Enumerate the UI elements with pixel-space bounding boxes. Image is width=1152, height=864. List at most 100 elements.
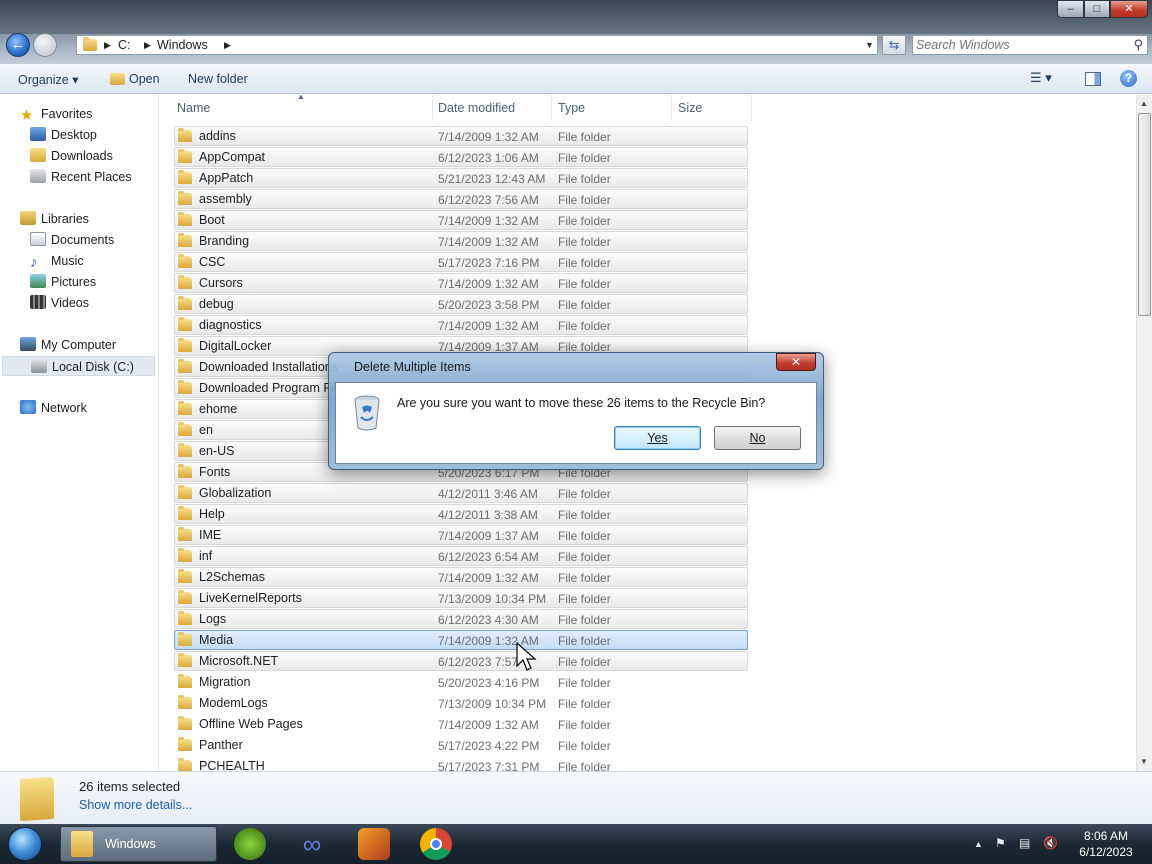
- show-hidden-icons-icon[interactable]: ▲: [974, 839, 983, 849]
- table-row[interactable]: Branding 7/14/2009 1:32 AM File folder: [174, 231, 748, 251]
- maximize-button[interactable]: □: [1084, 0, 1110, 18]
- view-options-icon[interactable]: ☰ ▾: [1030, 70, 1052, 86]
- breadcrumb-c[interactable]: C:: [118, 38, 131, 52]
- chrome-icon[interactable]: [420, 828, 452, 860]
- nav-recent-places[interactable]: Recent Places: [30, 167, 132, 187]
- refresh-button[interactable]: ⇆: [882, 35, 906, 55]
- table-row[interactable]: Media 7/14/2009 1:32 AM File folder: [174, 630, 748, 650]
- nav-network[interactable]: Network: [20, 398, 87, 418]
- volume-muted-icon[interactable]: 🔇: [1043, 836, 1058, 850]
- row-date: 5/20/2023 3:58 PM: [438, 298, 540, 312]
- column-header-name[interactable]: Name: [177, 101, 210, 115]
- search-box[interactable]: ⚲: [912, 35, 1148, 55]
- address-bar[interactable]: ▶ C: ▶ Windows ▶ ▼: [76, 35, 878, 55]
- minimize-button[interactable]: –: [1057, 0, 1084, 18]
- row-type: File folder: [558, 760, 611, 771]
- search-input[interactable]: [916, 38, 1126, 52]
- column-header-date[interactable]: Date modified: [438, 101, 515, 115]
- close-button[interactable]: ✕: [1110, 0, 1148, 18]
- column-header-size[interactable]: Size: [678, 101, 702, 115]
- show-more-details-link[interactable]: Show more details...: [79, 798, 192, 812]
- clock[interactable]: 8:06 AM 6/12/2023: [1066, 828, 1146, 860]
- organize-button[interactable]: Organize ▾: [18, 72, 78, 87]
- table-row[interactable]: addins 7/14/2009 1:32 AM File folder: [174, 126, 748, 146]
- nav-favorites[interactable]: ★ Favorites: [20, 104, 92, 124]
- table-row[interactable]: Help 4/12/2011 3:38 AM File folder: [174, 504, 748, 524]
- table-row[interactable]: Microsoft.NET 6/12/2023 7:57 File folder: [174, 651, 748, 671]
- table-row[interactable]: Panther 5/17/2023 4:22 PM File folder: [174, 735, 748, 755]
- start-button[interactable]: [2, 824, 48, 864]
- table-row[interactable]: PCHEALTH 5/17/2023 7:31 PM File folder: [174, 756, 748, 771]
- network-tray-icon[interactable]: ▤: [1019, 836, 1030, 850]
- action-center-flag-icon[interactable]: ⚑: [995, 836, 1006, 850]
- scroll-down-icon[interactable]: ▼: [1140, 757, 1148, 766]
- table-row[interactable]: diagnostics 7/14/2009 1:32 AM File folder: [174, 315, 748, 335]
- nav-documents[interactable]: Documents: [30, 230, 114, 250]
- column-divider[interactable]: [671, 95, 672, 121]
- nav-videos[interactable]: Videos: [30, 293, 89, 313]
- greenshot-icon[interactable]: [234, 828, 266, 860]
- table-row[interactable]: inf 6/12/2023 6:54 AM File folder: [174, 546, 748, 566]
- row-name: Microsoft.NET: [199, 654, 279, 668]
- table-row[interactable]: ModemLogs 7/13/2009 10:34 PM File folder: [174, 693, 748, 713]
- table-row[interactable]: Cursors 7/14/2009 1:32 AM File folder: [174, 273, 748, 293]
- column-divider[interactable]: [751, 95, 752, 121]
- yes-button[interactable]: Yes: [614, 426, 701, 450]
- table-row[interactable]: L2Schemas 7/14/2009 1:32 AM File folder: [174, 567, 748, 587]
- no-button[interactable]: No: [714, 426, 801, 450]
- table-row[interactable]: assembly 6/12/2023 7:56 AM File folder: [174, 189, 748, 209]
- row-type: File folder: [558, 718, 611, 732]
- dialog-close-button[interactable]: ✕: [776, 353, 816, 371]
- table-row[interactable]: Migration 5/20/2023 4:16 PM File folder: [174, 672, 748, 692]
- vertical-scrollbar[interactable]: ▲ ▼: [1136, 95, 1152, 771]
- table-row[interactable]: IME 7/14/2009 1:37 AM File folder: [174, 525, 748, 545]
- breadcrumb-windows[interactable]: Windows: [157, 38, 208, 52]
- table-row[interactable]: AppCompat 6/12/2023 1:06 AM File folder: [174, 147, 748, 167]
- row-name: Help: [199, 507, 225, 521]
- row-date: 6/12/2023 7:56 AM: [438, 193, 539, 207]
- new-folder-button[interactable]: New folder: [188, 72, 248, 86]
- nav-local-disk[interactable]: Local Disk (C:): [2, 356, 155, 376]
- row-date: 5/21/2023 12:43 AM: [438, 172, 546, 186]
- nav-desktop[interactable]: Desktop: [30, 125, 97, 145]
- nav-music[interactable]: ♪ Music: [30, 251, 84, 271]
- scroll-up-icon[interactable]: ▲: [1140, 99, 1148, 108]
- address-dropdown-icon[interactable]: ▼: [865, 40, 874, 50]
- scrollbar-thumb[interactable]: [1138, 113, 1151, 316]
- search-icon[interactable]: ⚲: [1133, 37, 1143, 53]
- table-row[interactable]: LiveKernelReports 7/13/2009 10:34 PM File …: [174, 588, 748, 608]
- table-row[interactable]: AppPatch 5/21/2023 12:43 AM File folder: [174, 168, 748, 188]
- table-row[interactable]: Offline Web Pages 7/14/2009 1:32 AM File f…: [174, 714, 748, 734]
- table-row[interactable]: Logs 6/12/2023 4:30 AM File folder: [174, 609, 748, 629]
- forward-button[interactable]: →: [33, 33, 57, 57]
- taskbar-explorer-button[interactable]: Windows: [60, 826, 217, 862]
- table-row[interactable]: debug 5/20/2023 3:58 PM File folder: [174, 294, 748, 314]
- back-button[interactable]: ←: [6, 33, 30, 57]
- column-divider[interactable]: [432, 95, 433, 121]
- table-row[interactable]: Boot 7/14/2009 1:32 AM File folder: [174, 210, 748, 230]
- row-date: 6/12/2023 6:54 AM: [438, 550, 539, 564]
- nav-pictures[interactable]: Pictures: [30, 272, 96, 292]
- folder-icon: [178, 653, 192, 667]
- infinity-app-icon[interactable]: ∞: [296, 828, 328, 860]
- media-app-icon[interactable]: [358, 828, 390, 860]
- table-row[interactable]: CSC 5/17/2023 7:16 PM File folder: [174, 252, 748, 272]
- row-type: File folder: [558, 697, 611, 711]
- chevron-right-icon: ▶: [104, 40, 111, 50]
- row-date: 4/12/2011 3:46 AM: [438, 487, 538, 501]
- column-header-type[interactable]: Type: [558, 101, 585, 115]
- column-divider[interactable]: [551, 95, 552, 121]
- nav-my-computer[interactable]: My Computer: [20, 335, 116, 355]
- folder-icon: [178, 338, 192, 352]
- computer-icon: [20, 337, 36, 351]
- open-button[interactable]: Open: [129, 72, 160, 86]
- folder-icon: [178, 359, 192, 373]
- preview-pane-icon[interactable]: [1085, 72, 1101, 86]
- nav-libraries[interactable]: Libraries: [20, 209, 89, 229]
- details-pane: 26 items selected Show more details...: [0, 771, 1152, 824]
- nav-downloads[interactable]: Downloads: [30, 146, 113, 166]
- row-name: addins: [199, 129, 236, 143]
- help-icon[interactable]: ?: [1120, 70, 1137, 87]
- table-row[interactable]: Globalization 4/12/2011 3:46 AM File folde…: [174, 483, 748, 503]
- chevron-right-icon[interactable]: ▶: [224, 40, 231, 51]
